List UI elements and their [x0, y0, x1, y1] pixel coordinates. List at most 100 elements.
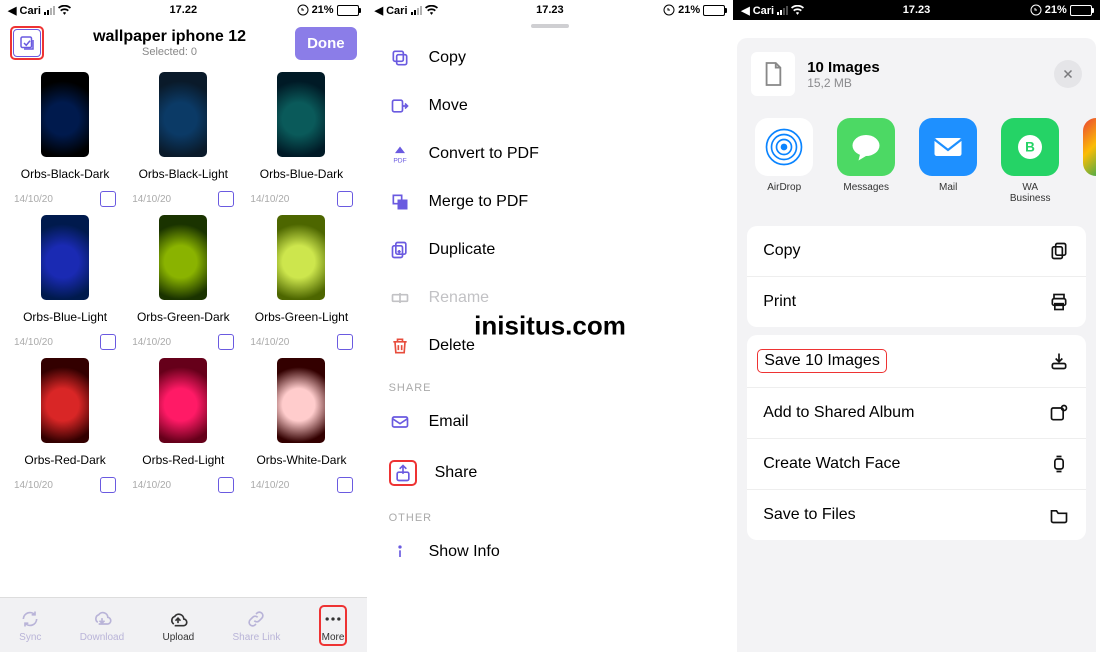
- select-all-button[interactable]: [13, 29, 41, 57]
- done-button[interactable]: Done: [295, 27, 357, 60]
- toolbar-more[interactable]: More: [322, 608, 345, 643]
- share-title: 10 Images: [807, 59, 1042, 76]
- select-checkbox[interactable]: [218, 477, 234, 493]
- app-airdrop[interactable]: AirDrop: [755, 118, 813, 204]
- share-apps-row[interactable]: AirDrop Messages Mail B WA Business: [737, 110, 1096, 218]
- action-show-info-label: Show Info: [429, 543, 500, 561]
- wallpaper-name: Orbs-Black-Dark: [8, 161, 122, 189]
- action-copy-label: Copy: [429, 49, 466, 67]
- action-email[interactable]: Email: [367, 398, 734, 446]
- share-save-images[interactable]: Save 10 Images: [747, 335, 1086, 388]
- toolbar-upload[interactable]: Upload: [163, 608, 195, 643]
- share-copy[interactable]: Copy: [747, 226, 1086, 277]
- highlight-share-icon: [389, 460, 417, 486]
- app-mail[interactable]: Mail: [919, 118, 977, 204]
- signal-icon: [411, 5, 422, 15]
- toolbar-sharelink[interactable]: Share Link: [233, 608, 281, 643]
- orientation-lock-icon: [1030, 4, 1042, 16]
- action-delete[interactable]: Delete: [367, 322, 734, 370]
- move-icon: [389, 96, 411, 116]
- back-cari[interactable]: ◀ Cari: [741, 4, 774, 17]
- orientation-lock-icon: [297, 4, 309, 16]
- share-size: 15,2 MB: [807, 76, 1042, 90]
- svg-text:PDF: PDF: [393, 157, 406, 164]
- status-bar: ◀ Cari 17.23 21%: [367, 0, 734, 20]
- select-checkbox[interactable]: [100, 191, 116, 207]
- back-cari[interactable]: ◀ Cari: [375, 4, 408, 17]
- wallpaper-name: Orbs-Blue-Dark: [244, 161, 358, 189]
- close-button[interactable]: [1054, 60, 1082, 88]
- shared-album-icon: [1048, 402, 1070, 424]
- wallpaper-name: Orbs-Green-Dark: [126, 304, 240, 332]
- select-checkbox[interactable]: [100, 334, 116, 350]
- action-copy[interactable]: Copy: [367, 34, 734, 82]
- wallpaper-item[interactable]: Orbs-Green-Dark 14/10/20: [126, 215, 240, 354]
- select-checkbox[interactable]: [337, 191, 353, 207]
- wallpaper-item[interactable]: Orbs-Black-Light 14/10/20: [126, 72, 240, 211]
- select-checkbox[interactable]: [218, 334, 234, 350]
- wallpaper-date: 14/10/20: [250, 337, 289, 348]
- wallpaper-item[interactable]: Orbs-Red-Dark 14/10/20: [8, 358, 122, 497]
- share-create-watch-face[interactable]: Create Watch Face: [747, 439, 1086, 490]
- signal-icon: [777, 5, 788, 15]
- wallpaper-item[interactable]: Orbs-Green-Light 14/10/20: [244, 215, 358, 354]
- wallpaper-item[interactable]: Orbs-Red-Light 14/10/20: [126, 358, 240, 497]
- whatsapp-icon: B: [1001, 118, 1059, 176]
- action-duplicate[interactable]: Duplicate: [367, 226, 734, 274]
- info-icon: [389, 542, 411, 562]
- action-duplicate-label: Duplicate: [429, 241, 496, 259]
- wallpaper-thumb: [159, 215, 207, 300]
- app-messages-label: Messages: [843, 182, 889, 193]
- app-wa-business[interactable]: B WA Business: [1001, 118, 1059, 204]
- wallpaper-date: 14/10/20: [14, 337, 53, 348]
- airdrop-icon: [755, 118, 813, 176]
- wallpaper-name: Orbs-Green-Light: [244, 304, 358, 332]
- wallpaper-item[interactable]: Orbs-White-Dark 14/10/20: [244, 358, 358, 497]
- wallpaper-name: Orbs-Black-Light: [126, 161, 240, 189]
- share-save-to-files-label: Save to Files: [763, 506, 855, 524]
- sheet-grabber[interactable]: [531, 24, 569, 28]
- more-icon: [322, 608, 344, 630]
- battery-pct: 21%: [312, 4, 334, 16]
- share-add-shared-album-label: Add to Shared Album: [763, 404, 914, 422]
- action-move[interactable]: Move: [367, 82, 734, 130]
- wallpaper-name: Orbs-White-Dark: [244, 447, 358, 475]
- app-more[interactable]: [1083, 118, 1096, 204]
- wallpaper-item[interactable]: Orbs-Blue-Dark 14/10/20: [244, 72, 358, 211]
- share-print-label: Print: [763, 293, 796, 311]
- app-messages[interactable]: Messages: [837, 118, 895, 204]
- share-add-shared-album[interactable]: Add to Shared Album: [747, 388, 1086, 439]
- signal-icon: [44, 5, 55, 15]
- wifi-icon: [425, 5, 438, 15]
- toolbar-download[interactable]: Download: [80, 608, 124, 643]
- email-icon: [389, 412, 411, 432]
- wallpaper-item[interactable]: Orbs-Black-Dark 14/10/20: [8, 72, 122, 211]
- watch-icon: [1048, 453, 1070, 475]
- toolbar-sync[interactable]: Sync: [19, 608, 41, 643]
- select-checkbox[interactable]: [337, 477, 353, 493]
- pdf-icon: PDF: [389, 144, 411, 164]
- battery-pct: 21%: [1045, 4, 1067, 16]
- status-time: 17.22: [170, 4, 198, 16]
- share-save-images-label: Save 10 Images: [764, 352, 880, 369]
- select-checkbox[interactable]: [337, 334, 353, 350]
- action-delete-label: Delete: [429, 337, 475, 355]
- back-cari[interactable]: ◀ Cari: [8, 4, 41, 17]
- wallpaper-item[interactable]: Orbs-Blue-Light 14/10/20: [8, 215, 122, 354]
- action-convert-pdf-label: Convert to PDF: [429, 145, 539, 163]
- action-share[interactable]: Share: [367, 446, 734, 500]
- wallpaper-thumb: [159, 72, 207, 157]
- share-print[interactable]: Print: [747, 277, 1086, 327]
- select-checkbox[interactable]: [218, 191, 234, 207]
- app-mail-label: Mail: [939, 182, 957, 193]
- action-convert-pdf[interactable]: PDF Convert to PDF: [367, 130, 734, 178]
- sync-icon: [19, 608, 41, 630]
- print-icon: [1048, 291, 1070, 313]
- battery-pct: 21%: [678, 4, 700, 16]
- wallpaper-thumb: [159, 358, 207, 443]
- action-show-info[interactable]: Show Info: [367, 528, 734, 576]
- action-merge-pdf[interactable]: Merge to PDF: [367, 178, 734, 226]
- share-save-to-files[interactable]: Save to Files: [747, 490, 1086, 540]
- select-checkbox[interactable]: [100, 477, 116, 493]
- wallpaper-thumb: [41, 358, 89, 443]
